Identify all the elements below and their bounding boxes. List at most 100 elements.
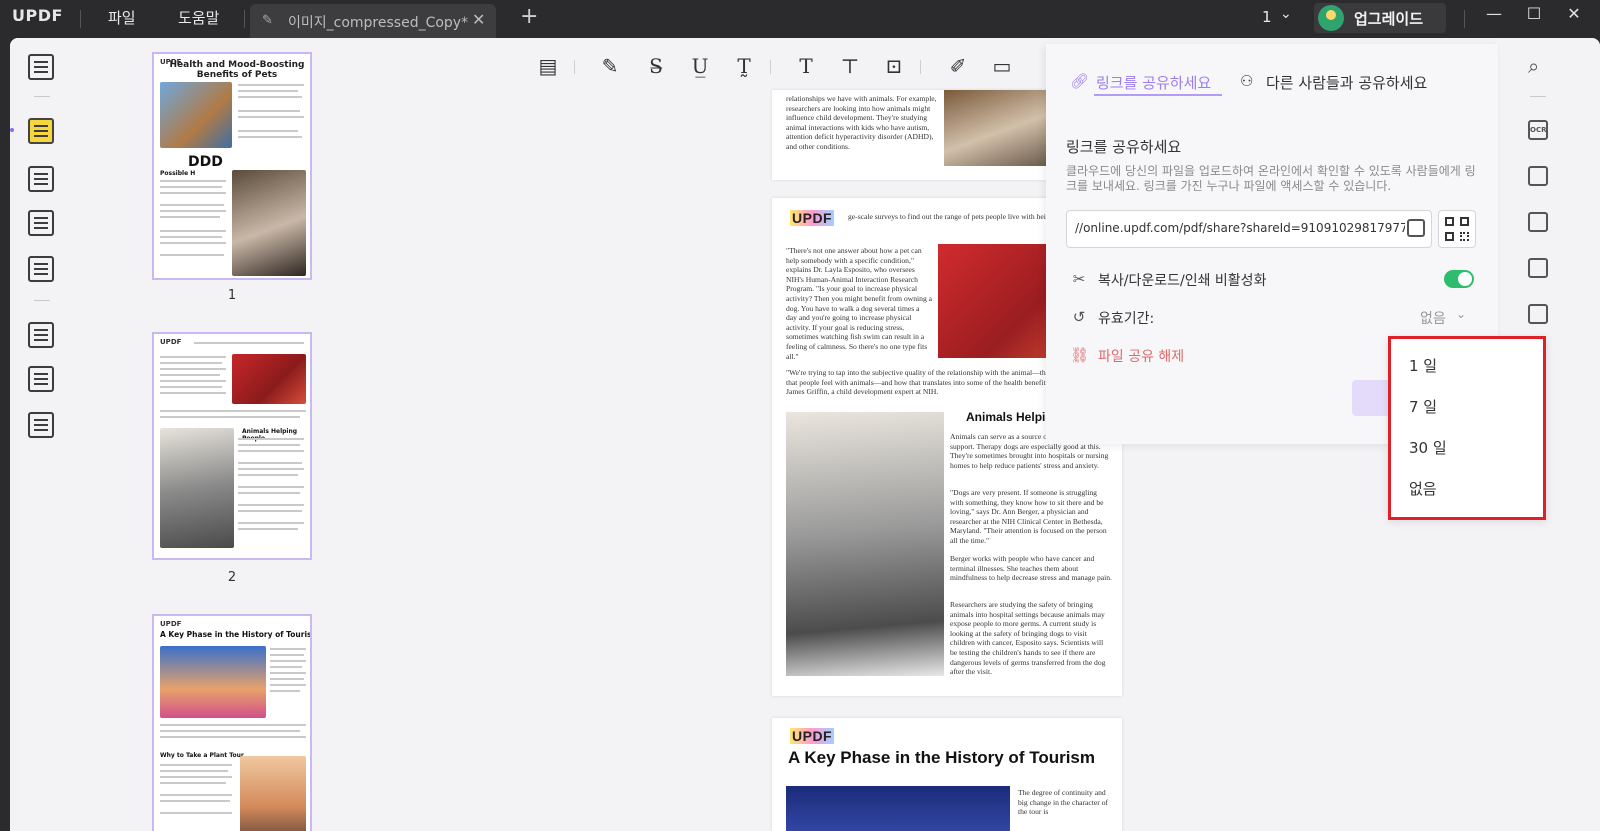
divider <box>80 10 81 28</box>
text-line <box>160 368 226 370</box>
thumb-image <box>160 646 266 718</box>
page-thumbnail-3[interactable]: UPDF A Key Phase in the History of Touri… <box>152 614 312 831</box>
highlight-icon[interactable]: ✎ <box>596 52 624 80</box>
file-edited-icon: ✎ <box>262 13 273 28</box>
text-line <box>160 210 226 212</box>
text-line <box>160 724 306 726</box>
text-line <box>160 362 222 364</box>
text-callout-icon[interactable]: ⊡ <box>880 52 908 80</box>
text-line <box>160 216 220 218</box>
thumbnail-pane: UPDF Health and Mood-Boosting Benefits o… <box>74 38 404 831</box>
page-logo: UPDF <box>790 728 835 744</box>
close-window-icon[interactable]: ✕ <box>1562 4 1586 23</box>
close-tab-icon[interactable]: ✕ <box>472 10 485 29</box>
crop-icon[interactable] <box>28 366 54 392</box>
expiry-select[interactable]: 없음 <box>1420 308 1446 328</box>
divider <box>34 96 50 97</box>
thumb-subhead: Why to Take a Plant Tour <box>160 752 244 759</box>
convert-icon[interactable] <box>28 322 54 348</box>
text-line <box>160 392 226 394</box>
squiggly-icon[interactable]: T̰ <box>730 52 758 80</box>
divider <box>1530 96 1546 97</box>
pencil-icon[interactable]: ✐ <box>944 52 972 80</box>
text-line <box>160 776 232 778</box>
text-line <box>238 462 302 464</box>
text-line <box>160 204 224 206</box>
reader-mode-icon[interactable] <box>28 54 54 80</box>
share-link-field[interactable]: //online.updf.com/pdf/share?shareId=9109… <box>1066 210 1432 248</box>
tourism-photo <box>786 786 1010 831</box>
comment-mode-icon[interactable] <box>28 118 54 144</box>
upgrade-button[interactable]: 업그레이드 <box>1314 3 1446 33</box>
menu-help[interactable]: 도움말 <box>178 7 219 28</box>
page-thumbnail-1[interactable]: UPDF Health and Mood-Boosting Benefits o… <box>152 52 312 280</box>
page-logo: UPDF <box>790 210 835 226</box>
text-line <box>160 416 300 418</box>
protect-icon[interactable] <box>1528 212 1548 232</box>
text-line <box>160 374 220 376</box>
qr-code-button[interactable] <box>1438 210 1476 248</box>
page-organize-icon[interactable] <box>28 210 54 236</box>
expiry-option-7-days[interactable]: 7 일 <box>1409 396 1437 417</box>
page-logo-text: UPDF <box>790 728 835 744</box>
tab-share-people[interactable]: 다른 사람들과 공유하세요 <box>1266 72 1427 93</box>
menu-file[interactable]: 파일 <box>108 7 136 28</box>
share-icon[interactable] <box>1528 258 1548 278</box>
expiry-option-1-day[interactable]: 1 일 <box>1409 355 1437 376</box>
disable-copy-toggle[interactable] <box>1444 270 1474 288</box>
thumb-image <box>160 82 232 148</box>
maximize-icon[interactable]: ☐ <box>1522 4 1546 23</box>
document-tab[interactable]: ✎ 이미지_compressed_Copy* ✕ <box>250 4 496 38</box>
minimize-icon[interactable]: — <box>1482 4 1506 23</box>
expiry-option-none[interactable]: 없음 <box>1409 478 1437 499</box>
expiry-option-30-days[interactable]: 30 일 <box>1409 437 1447 458</box>
text-line <box>238 492 300 494</box>
app-window: UPDF Health and Mood-Boosting Benefits o… <box>10 38 1600 831</box>
ocr-icon[interactable]: OCR <box>1528 120 1548 140</box>
edit-pdf-icon[interactable] <box>28 166 54 192</box>
unshare-file-button[interactable]: 파일 공유 해제 <box>1098 346 1184 366</box>
eraser-icon[interactable]: ▭ <box>988 52 1016 80</box>
text-line <box>270 672 306 674</box>
text-line <box>160 254 224 256</box>
text-icon[interactable]: T <box>792 52 820 80</box>
link-icon: 🔗︎ <box>1070 72 1090 90</box>
disable-copy-label: 복사/다운로드/인쇄 비활성화 <box>1098 273 1267 289</box>
search-icon[interactable]: ⌕ <box>1528 54 1539 78</box>
convert-file-icon[interactable] <box>1528 166 1548 186</box>
text-line <box>270 690 300 692</box>
text-line <box>238 130 298 132</box>
page-text: The degree of continuity and big change … <box>1018 788 1109 817</box>
chevron-down-icon[interactable]: ⌄ <box>1456 307 1466 321</box>
text-line <box>238 528 298 530</box>
thumb-subhead: Possible H <box>160 170 196 177</box>
form-icon[interactable] <box>28 256 54 282</box>
page-indicator[interactable]: 1 <box>1262 8 1272 26</box>
tab-share-link[interactable]: 링크를 공유하세요 <box>1096 72 1211 93</box>
people-icon: ⚇ <box>1240 72 1254 90</box>
comment-icon[interactable]: ▤ <box>534 52 562 80</box>
page-text: "Dogs are very present. If someone is st… <box>950 488 1107 545</box>
chevron-down-icon[interactable]: ⌄ <box>1280 6 1292 22</box>
mail-icon[interactable] <box>1528 304 1548 324</box>
thumb-title: A Key Phase in the History of Tourism <box>160 630 312 639</box>
copy-icon[interactable] <box>1407 219 1425 237</box>
text-line <box>160 386 222 388</box>
new-tab-button[interactable]: + <box>520 6 538 28</box>
strikethrough-icon[interactable]: S̶ <box>642 52 670 80</box>
pages-icon[interactable] <box>28 412 54 438</box>
text-line <box>238 116 304 118</box>
text-line <box>160 230 226 232</box>
cat-tulips-photo <box>786 412 944 676</box>
textbox-icon[interactable]: ⊤ <box>836 52 864 80</box>
underline-icon[interactable]: U̲ <box>686 52 714 80</box>
qr-code-icon <box>1460 217 1469 226</box>
text-line <box>270 684 306 686</box>
text-line <box>160 730 300 732</box>
page-thumbnail-2[interactable]: UPDF Animals Helping People <box>152 332 312 560</box>
text-line <box>238 444 300 446</box>
page-number: 2 <box>227 570 237 585</box>
text-line <box>238 90 298 92</box>
divider <box>920 60 921 74</box>
page-logo-text: UPDF <box>790 210 835 226</box>
